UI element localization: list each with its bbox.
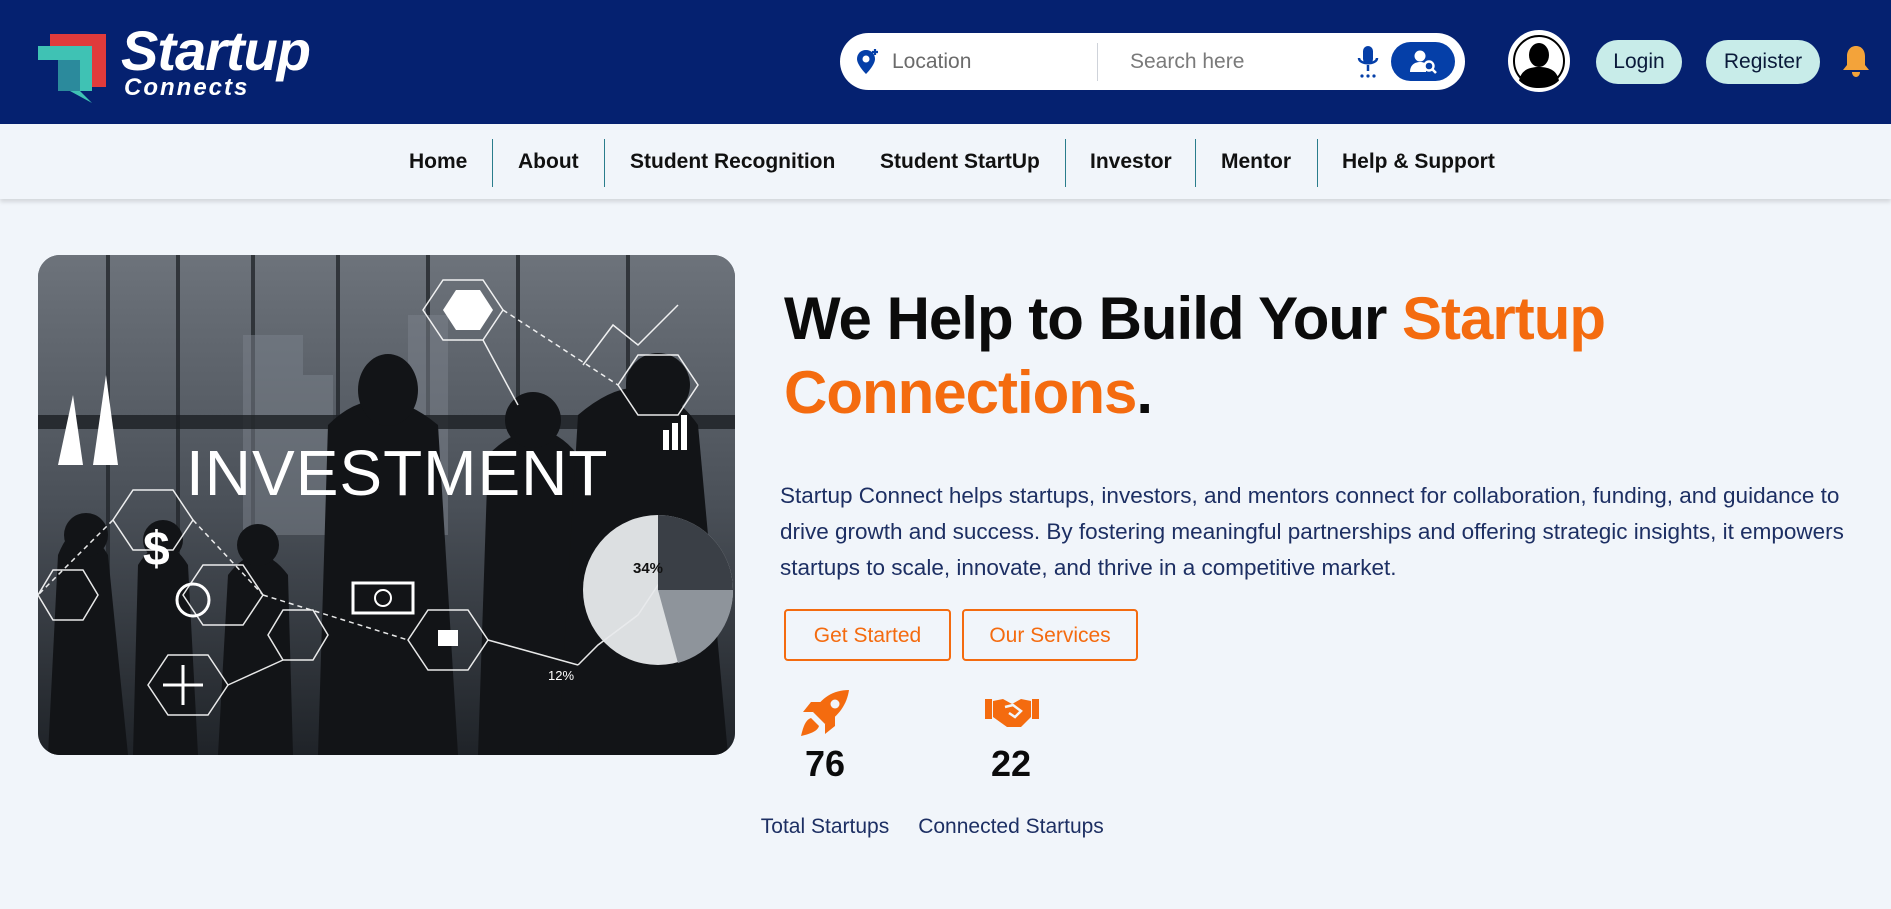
nav-separator (492, 139, 493, 187)
location-pin-icon (857, 49, 878, 74)
our-services-button[interactable]: Our Services (962, 609, 1138, 661)
nav-separator (1195, 139, 1196, 187)
hero-title: We Help to Build Your Startup Connection… (784, 282, 1884, 430)
stat-total-startups-value: 76 (804, 743, 846, 784)
login-button[interactable]: Login (1596, 40, 1682, 84)
nav-item-student-recognition[interactable]: Student Recognition (630, 124, 835, 199)
image-investment-text: INVESTMENT (186, 437, 608, 509)
rocket-icon (801, 690, 849, 736)
main-navigation: Home About Student Recognition Student S… (0, 124, 1891, 199)
nav-separator (1065, 139, 1066, 187)
logo-mark-icon (38, 34, 106, 103)
hero-title-period: . (1136, 359, 1153, 426)
nav-item-mentor[interactable]: Mentor (1221, 124, 1291, 199)
register-button[interactable]: Register (1706, 40, 1820, 84)
nav-item-about[interactable]: About (518, 124, 579, 199)
nav-item-student-startup[interactable]: Student StartUp (880, 124, 1040, 199)
image-percent-label: 12% (548, 668, 574, 683)
bell-icon[interactable] (1841, 44, 1871, 78)
microphone-icon[interactable] (1357, 44, 1379, 80)
hero-description: Startup Connect helps startups, investor… (780, 483, 1844, 580)
nav-separator (604, 139, 605, 187)
nav-item-home[interactable]: Home (409, 124, 467, 199)
stat-total-startups-label: Total Startups (760, 815, 890, 838)
search-divider (1097, 43, 1098, 81)
nav-item-help-support[interactable]: Help & Support (1342, 124, 1495, 199)
location-input[interactable] (890, 45, 1104, 79)
image-percent-label: 34% (633, 560, 663, 577)
handshake-icon (985, 699, 1039, 727)
search-bar (840, 33, 1465, 90)
logo[interactable]: Startup Connects (36, 23, 336, 107)
user-search-icon (1410, 50, 1437, 74)
hero-image: $ INVESTMENT 34% 12% (38, 255, 735, 755)
user-avatar-icon (1511, 33, 1567, 89)
hero-title-text: We Help to Build Your (784, 285, 1403, 352)
logo-text-connects: Connects (124, 74, 250, 101)
nav-item-investor[interactable]: Investor (1090, 124, 1172, 199)
avatar[interactable] (1508, 30, 1570, 92)
investment-illustration: $ INVESTMENT 34% 12% (38, 255, 735, 755)
stat-connected-startups-value: 22 (990, 743, 1032, 784)
search-button[interactable] (1391, 42, 1455, 81)
svg-text:$: $ (143, 523, 170, 576)
nav-separator (1317, 139, 1318, 187)
top-header: Startup Connects Location Search here Lo… (0, 0, 1891, 124)
get-started-button[interactable]: Get Started (784, 609, 951, 661)
stat-connected-startups-label: Connected Startups (918, 815, 1104, 838)
logo-text-startup: Startup (121, 19, 311, 82)
search-input[interactable] (1128, 45, 1352, 79)
